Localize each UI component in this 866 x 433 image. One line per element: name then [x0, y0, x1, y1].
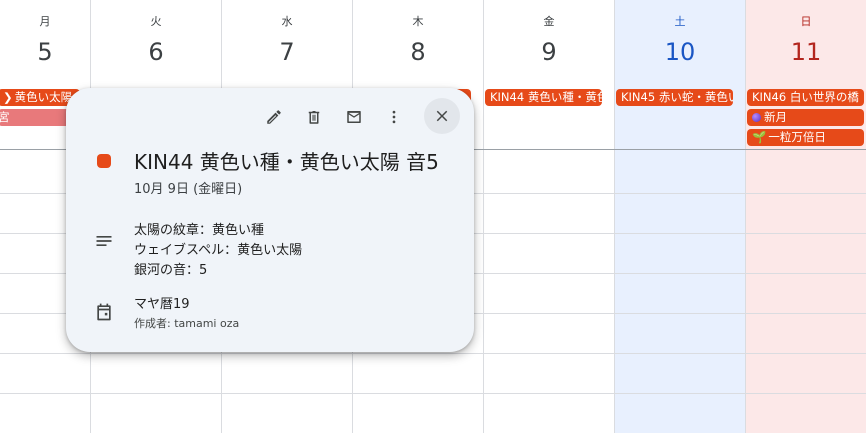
day-column-sat[interactable]: 土 10 — [614, 0, 745, 433]
day-column-sun[interactable]: 日 11 — [745, 0, 866, 433]
hour-line — [0, 393, 866, 394]
email-button[interactable] — [338, 101, 370, 133]
day-column-fri[interactable]: 金 9 — [483, 0, 614, 433]
day-of-week: 土 — [674, 15, 686, 28]
day-number[interactable]: 6 — [91, 38, 221, 66]
notes-icon — [96, 236, 112, 246]
day-number[interactable]: 10 — [615, 38, 745, 66]
more-options-button[interactable] — [378, 101, 410, 133]
event-chip-ichiryu[interactable]: 🌱 一粒万倍日 — [747, 129, 864, 146]
description-line: ウェイブスペル：黄色い太陽 — [134, 243, 303, 258]
moon-icon — [752, 113, 761, 122]
description-line: 銀河の音：5 — [134, 263, 208, 278]
mail-icon — [347, 111, 361, 123]
pencil-icon — [267, 110, 281, 124]
day-of-week: 火 — [150, 15, 162, 28]
day-number[interactable]: 8 — [353, 38, 483, 66]
chevron-left-icon: ❯ — [3, 90, 13, 104]
close-button[interactable] — [424, 98, 460, 134]
event-creator: 作成者: tamami oza — [134, 317, 240, 330]
day-of-week: 金 — [543, 15, 555, 28]
event-title: KIN44 黄色い種・黄色い太陽 音5 — [134, 150, 439, 174]
event-chip-kin46[interactable]: KIN46 白い世界の橋 — [747, 89, 864, 106]
day-of-week: 日 — [800, 15, 812, 28]
day-of-week: 水 — [281, 15, 293, 28]
day-of-week: 木 — [412, 15, 424, 28]
event-chip-kin45[interactable]: KIN45 赤い蛇・黄色い太陽 — [616, 89, 733, 106]
description-line: 太陽の紋章：黄色い種 — [134, 223, 265, 238]
calendar-name: マヤ暦19 — [134, 297, 190, 312]
event-description: 太陽の紋章：黄色い種 ウェイブスペル：黄色い太陽 銀河の音：5 — [134, 221, 302, 281]
event-chip-kin44[interactable]: KIN44 黄色い種・黄色い太陽 — [485, 89, 602, 106]
day-number[interactable]: 7 — [222, 38, 352, 66]
delete-button[interactable] — [298, 101, 330, 133]
event-detail-popup: KIN44 黄色い種・黄色い太陽 音5 10月 9日 (金曜日) 太陽の紋章：黄… — [66, 88, 474, 352]
event-chip-new-moon[interactable]: 新月 — [747, 109, 864, 126]
trash-icon — [308, 111, 320, 124]
event-color-swatch — [97, 154, 111, 168]
day-number[interactable]: 5 — [0, 38, 90, 66]
more-vert-icon — [392, 110, 396, 124]
day-number[interactable]: 11 — [746, 38, 866, 66]
sprout-icon: 🌱 — [752, 130, 767, 144]
calendar-icon — [97, 303, 111, 321]
close-icon — [436, 110, 448, 122]
day-number[interactable]: 9 — [484, 38, 614, 66]
edit-button[interactable] — [258, 101, 290, 133]
hour-line — [0, 353, 866, 354]
event-date: 10月 9日 (金曜日) — [134, 182, 243, 197]
day-of-week: 月 — [39, 15, 51, 28]
